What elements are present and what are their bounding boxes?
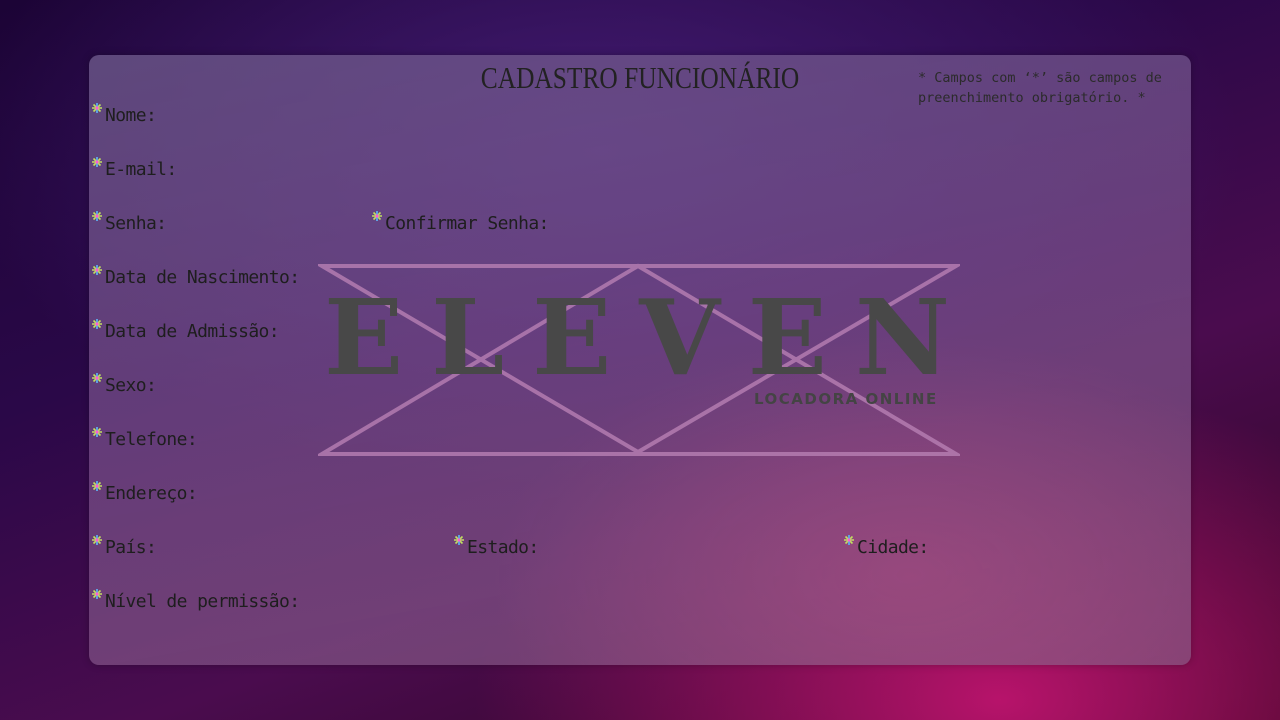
label-email: E-mail: [105,159,177,180]
required-asterisk-icon [92,319,102,329]
field-sexo[interactable]: Sexo: [91,373,157,397]
required-fields-note: * Campos com ‘*’ são campos de preenchim… [918,70,1162,106]
required-asterisk-icon [92,373,102,383]
label-data-admissao: Data de Admissão: [105,321,280,342]
field-nome[interactable]: Nome: [91,103,157,127]
required-asterisk-icon [372,211,382,221]
label-confirmar-senha: Confirmar Senha: [385,213,549,234]
label-nome: Nome: [105,105,157,126]
required-asterisk-icon [92,157,102,167]
label-sexo: Sexo: [105,375,157,396]
eleven-logo: ELEVEN LOCADORA ONLINE [318,263,960,456]
logo-tagline: LOCADORA ONLINE [754,390,938,408]
logo-wordmark: ELEVEN [324,276,950,399]
label-pais: País: [105,537,157,558]
label-data-nascimento: Data de Nascimento: [105,267,300,288]
field-pais[interactable]: País: [91,535,157,559]
required-asterisk-icon [92,481,102,491]
field-confirmar-senha[interactable]: Confirmar Senha: [371,211,549,235]
field-data-admissao[interactable]: Data de Admissão: [91,319,280,343]
field-senha[interactable]: Senha: [91,211,167,235]
label-nivel-permissao: Nível de permissão: [105,591,300,612]
field-email[interactable]: E-mail: [91,157,177,181]
required-asterisk-icon [92,535,102,545]
required-asterisk-icon [92,265,102,275]
label-estado: Estado: [467,537,539,558]
label-senha: Senha: [105,213,167,234]
field-telefone[interactable]: Telefone: [91,427,198,451]
required-asterisk-icon [92,589,102,599]
required-asterisk-icon [92,103,102,113]
label-endereco: Endereço: [105,483,198,504]
required-asterisk-icon [844,535,854,545]
field-nivel-permissao[interactable]: Nível de permissão: [91,589,300,613]
required-asterisk-icon [92,211,102,221]
required-asterisk-icon [92,427,102,437]
field-cidade[interactable]: Cidade: [843,535,929,559]
label-telefone: Telefone: [105,429,198,450]
required-asterisk-icon [454,535,464,545]
field-estado[interactable]: Estado: [453,535,539,559]
label-cidade: Cidade: [857,537,929,558]
field-data-nascimento[interactable]: Data de Nascimento: [91,265,300,289]
logo-letter: ELEVEN [324,276,950,399]
field-endereco[interactable]: Endereço: [91,481,198,505]
